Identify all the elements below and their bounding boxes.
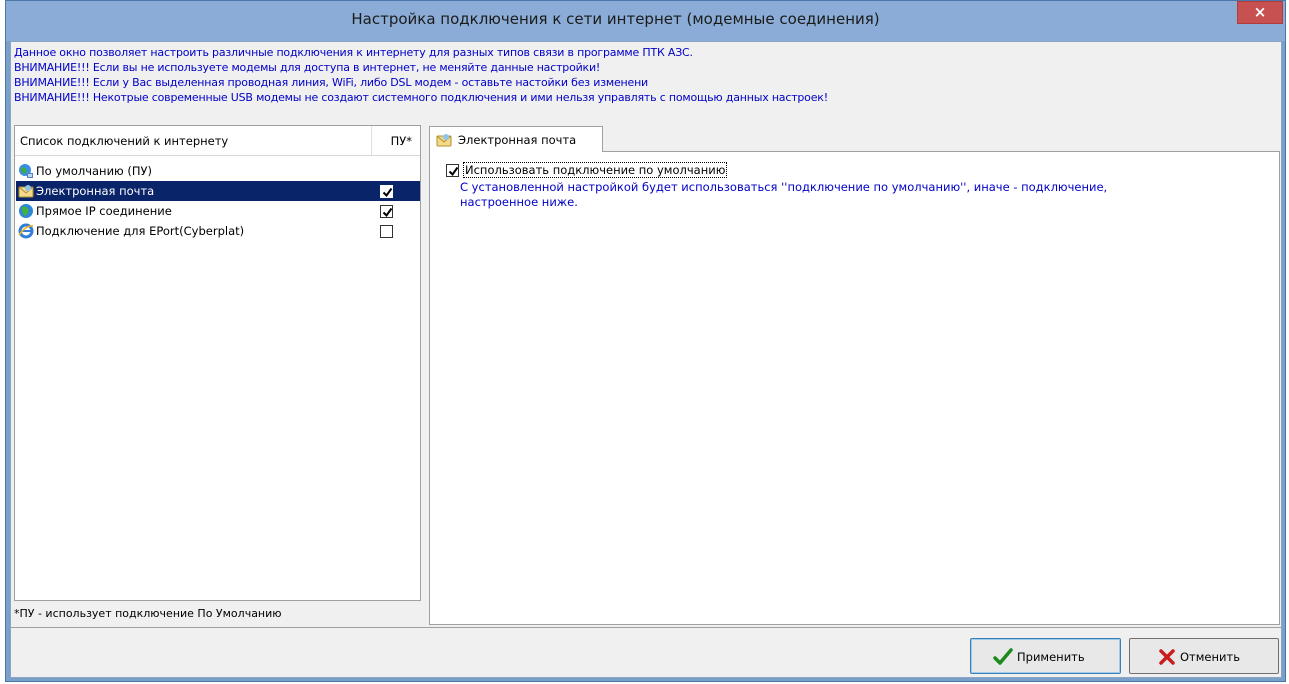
description-line: С установленной настройкой будет использ… bbox=[460, 180, 1108, 194]
pu-checkbox[interactable] bbox=[380, 205, 393, 218]
connection-label: Электронная почта bbox=[36, 184, 155, 198]
pu-checkbox[interactable] bbox=[380, 225, 393, 238]
dialog-window: Настройка подключения к сети интернет (м… bbox=[5, 0, 1286, 682]
connections-list: По умолчанию (ПУ) Электронная почта Прям… bbox=[16, 161, 420, 241]
globe-icon bbox=[18, 203, 34, 219]
cancel-button[interactable]: Отменить bbox=[1129, 638, 1279, 674]
use-default-label[interactable]: Использовать подключение по умолчанию bbox=[463, 162, 728, 178]
dialog-client-area: Данное окно позволяет настроить различны… bbox=[10, 41, 1282, 678]
cross-icon bbox=[1158, 648, 1178, 666]
apply-button[interactable]: Применить bbox=[970, 638, 1121, 674]
apply-label: Применить bbox=[1017, 650, 1085, 664]
connection-label: Подключение для EPort(Cyberplat) bbox=[36, 224, 245, 238]
connection-label: Прямое IP соединение bbox=[36, 204, 172, 218]
info-warning-line: ВНИМАНИЕ!!! Если у Вас выделенная провод… bbox=[14, 76, 649, 89]
footer-divider bbox=[11, 627, 1281, 628]
title-bar[interactable]: Настройка подключения к сети интернет (м… bbox=[6, 1, 1285, 41]
connection-item-email[interactable]: Электронная почта bbox=[16, 181, 420, 201]
close-button[interactable]: × bbox=[1237, 1, 1283, 24]
tab-email[interactable]: Электронная почта bbox=[429, 126, 603, 152]
globe-network-icon bbox=[18, 163, 34, 179]
use-default-description: С установленной настройкой будет использ… bbox=[460, 180, 1250, 210]
connections-list-header: Список подключений к интернету ПУ* bbox=[15, 126, 420, 156]
cancel-label: Отменить bbox=[1180, 650, 1240, 664]
connection-item-direct-ip[interactable]: Прямое IP соединение bbox=[16, 201, 420, 221]
pu-footnote: *ПУ - использует подключение По Умолчани… bbox=[14, 607, 282, 620]
tab-label: Электронная почта bbox=[458, 133, 577, 147]
connection-label: По умолчанию (ПУ) bbox=[36, 164, 153, 178]
checkmark-icon bbox=[993, 648, 1013, 666]
pu-checkbox[interactable] bbox=[380, 185, 393, 198]
internet-explorer-icon bbox=[18, 223, 34, 239]
info-warning-line: ВНИМАНИЕ!!! Некотрые современные USB мод… bbox=[14, 91, 828, 104]
column-header-pu[interactable]: ПУ* bbox=[391, 134, 412, 148]
tab-page-email: Использовать подключение по умолчанию С … bbox=[429, 151, 1280, 625]
column-separator[interactable] bbox=[371, 126, 372, 155]
connection-item-default[interactable]: По умолчанию (ПУ) bbox=[16, 161, 420, 181]
email-envelope-icon bbox=[18, 183, 34, 199]
window-title: Настройка подключения к сети интернет (м… bbox=[351, 10, 880, 28]
use-default-checkbox[interactable] bbox=[446, 164, 459, 177]
info-warning-line: ВНИМАНИЕ!!! Если вы не используете модем… bbox=[14, 61, 601, 74]
info-text: Данное окно позволяет настроить различны… bbox=[14, 45, 1276, 105]
info-line: Данное окно позволяет настроить различны… bbox=[14, 46, 693, 59]
column-header-name[interactable]: Список подключений к интернету bbox=[20, 134, 228, 148]
connection-item-eport[interactable]: Подключение для EPort(Cyberplat) bbox=[16, 221, 420, 241]
connections-list-panel: Список подключений к интернету ПУ* По ум… bbox=[14, 125, 421, 601]
email-envelope-icon bbox=[436, 132, 452, 148]
description-line: настроенное ниже. bbox=[460, 195, 578, 209]
